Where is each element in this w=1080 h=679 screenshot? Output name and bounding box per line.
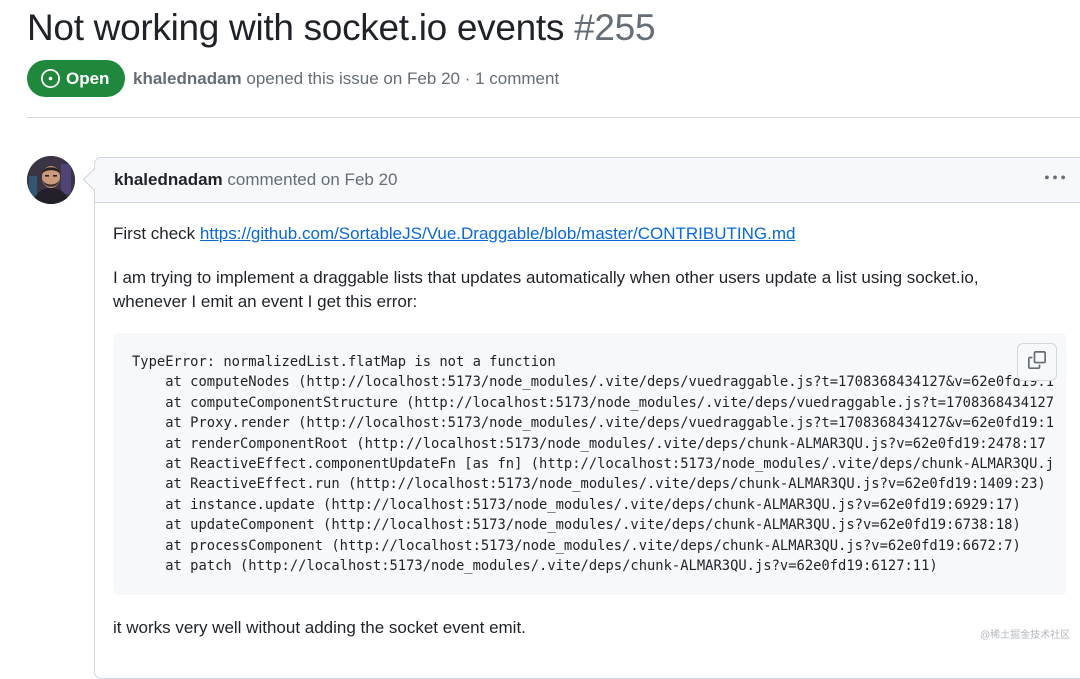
comment-action-text: commented on Feb 20 <box>222 170 398 189</box>
comment-author-link[interactable]: khalednadam <box>114 170 223 189</box>
code-line: at instance.update (http://localhost:517… <box>132 496 1021 513</box>
code-block: TypeError: normalizedList.flatMap is not… <box>113 333 1067 595</box>
kebab-horizontal-icon <box>1045 168 1065 193</box>
code-line: at computeNodes (http://localhost:5173/n… <box>132 374 1055 391</box>
comment-options-button[interactable] <box>1043 168 1067 192</box>
comment-intro: First check https://github.com/SortableJ… <box>113 223 795 245</box>
code-line: at Proxy.render (http://localhost:5173/n… <box>132 415 1055 432</box>
code-content: TypeError: normalizedList.flatMap is not… <box>132 352 1054 576</box>
comment-intro-prefix: First check <box>113 224 200 243</box>
copy-button[interactable] <box>1017 343 1057 381</box>
issue-state-label: Open <box>66 68 110 88</box>
issue-state-badge: Open <box>27 60 126 97</box>
issue-opened-icon <box>41 69 60 88</box>
watermark: @稀土掘金技术社区 <box>980 630 1071 641</box>
code-line: at ReactiveEffect.componentUpdateFn [as … <box>132 456 1055 473</box>
code-line: at updateComponent (http://localhost:517… <box>132 517 1021 534</box>
code-line: at processComponent (http://localhost:51… <box>132 537 1021 554</box>
issue-meta-text: opened this issue on Feb 20 · 1 comment <box>241 69 560 88</box>
header-divider <box>27 117 1080 118</box>
code-line: at ReactiveEffect.run (http://localhost:… <box>132 476 1046 493</box>
comment-paragraph: I am trying to implement a draggable lis… <box>113 268 979 311</box>
code-line: TypeError: normalizedList.flatMap is not… <box>132 354 556 370</box>
contributing-link[interactable]: https://github.com/SortableJS/Vue.Dragga… <box>200 224 796 243</box>
code-line: at renderComponentRoot (http://localhost… <box>132 435 1046 452</box>
issue-title: Not working with socket.io events #255 <box>27 6 656 50</box>
code-line: at computeComponentStructure (http://loc… <box>132 394 1055 411</box>
issue-author-link[interactable]: khalednadam <box>133 69 242 88</box>
comment-closing: it works very well without adding the so… <box>113 618 526 637</box>
avatar[interactable] <box>27 156 75 204</box>
copy-icon <box>1028 350 1046 374</box>
code-line: at patch (http://localhost:5173/node_mod… <box>132 558 938 575</box>
issue-title-text: Not working with socket.io events <box>27 7 565 48</box>
issue-meta: khalednadam opened this issue on Feb 20 … <box>133 67 559 91</box>
issue-number: #255 <box>574 7 656 48</box>
comment-header: khalednadam commented on Feb 20 <box>95 158 1080 203</box>
comment-meta: khalednadam commented on Feb 20 <box>114 170 397 190</box>
